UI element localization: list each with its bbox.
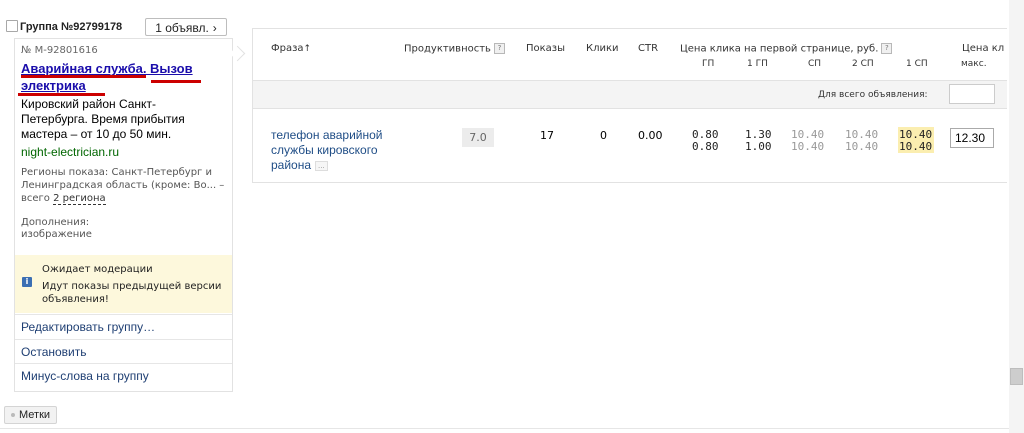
2sp-price: 10.40 <box>845 140 879 153</box>
bid-input[interactable]: 12.30 <box>950 128 994 148</box>
divider <box>0 428 1024 429</box>
scrollbar-thumb[interactable] <box>1010 368 1023 385</box>
productivity-badge: 7.0 <box>462 128 494 147</box>
tag-dot-icon <box>11 413 15 418</box>
1sp-price: 10.40 <box>899 140 933 153</box>
header-clicks: Клики <box>586 43 619 54</box>
ad-url: night-electrician.ru <box>21 145 120 159</box>
chevron-right-icon: › <box>212 21 217 35</box>
header-1gp: 1 ГП <box>747 59 768 69</box>
regions-link[interactable]: 2 региона <box>53 193 106 205</box>
header-max-price: Цена кл <box>962 43 1005 54</box>
header-phrase-label: Фраза <box>271 43 304 54</box>
stop-action[interactable]: Остановить <box>15 339 232 363</box>
minus-words-action[interactable]: Минус-слова на группу <box>15 363 232 387</box>
edit-group-action[interactable]: Редактировать группу… <box>15 314 232 338</box>
header-shows: Показы <box>526 43 566 54</box>
stop-link[interactable]: Остановить <box>21 345 87 359</box>
phrase-cell[interactable]: телефон аварийной службы кировского райо… <box>271 128 396 173</box>
ads-count-label: 1 объявл. <box>155 21 209 35</box>
ctr-value: 0.00 <box>638 129 663 142</box>
regions-text: Регионы показа: Санкт-Петербург и Ленинг… <box>21 167 225 204</box>
ads-count-button[interactable]: 1 объявл. › <box>145 18 227 36</box>
header-productivity: Продуктивность? <box>404 43 505 55</box>
1gp-price: 1.00 <box>745 140 772 153</box>
all-ad-bid-input[interactable] <box>949 84 995 104</box>
sp-price: 10.40 <box>791 140 825 153</box>
header-phrase[interactable]: Фраза↑ <box>271 43 311 54</box>
header-1sp: 1 СП <box>906 59 928 69</box>
tags-button[interactable]: Метки <box>4 406 58 424</box>
tags-label: Метки <box>19 409 51 421</box>
ad-regions: Регионы показа: Санкт-Петербург и Ленинг… <box>21 166 226 205</box>
header-ctr: CTR <box>638 43 659 54</box>
ad-number: № M-92801616 <box>21 45 98 56</box>
extras-value: изображение <box>21 229 92 240</box>
all-ad-label: Для всего объявления: <box>818 90 928 100</box>
shows-value: 17 <box>540 129 554 142</box>
ad-text: Кировский район Санкт-Петербурга. Время … <box>21 97 185 141</box>
red-underline <box>18 93 105 96</box>
minus-words-link[interactable]: Минус-слова на группу <box>21 369 149 383</box>
header-price: Цена клика на первой странице, руб.? <box>680 43 893 55</box>
header-productivity-label: Продуктивность <box>404 43 491 55</box>
header-max: макс. <box>961 59 987 69</box>
moderation-title: Ожидает модерации <box>42 264 153 275</box>
header-2sp: 2 СП <box>852 59 874 69</box>
help-icon[interactable]: ? <box>881 43 893 54</box>
clicks-value: 0 <box>600 129 607 142</box>
help-icon[interactable]: ? <box>493 43 505 54</box>
moderation-text: Идут показы предыдущей версии объявления… <box>42 281 222 305</box>
sort-arrow-icon: ↑ <box>303 44 312 54</box>
group-title: Группа №92799178 <box>20 21 123 33</box>
extras-label: Дополнения: <box>21 217 90 228</box>
ad-title-line1[interactable]: Аварийная служба. Вызов <box>21 61 193 76</box>
ad-title-line2[interactable]: электрика <box>21 78 86 93</box>
header-gp: ГП <box>702 59 715 69</box>
more-icon[interactable]: ... <box>315 160 328 171</box>
group-checkbox[interactable] <box>6 20 18 32</box>
header-price-label: Цена клика на первой странице, руб. <box>680 43 879 55</box>
info-icon: i <box>22 277 32 287</box>
edit-group-link[interactable]: Редактировать группу… <box>21 320 155 334</box>
gp-price: 0.80 <box>692 140 719 153</box>
header-sp: СП <box>808 59 822 69</box>
red-underline <box>151 80 201 83</box>
